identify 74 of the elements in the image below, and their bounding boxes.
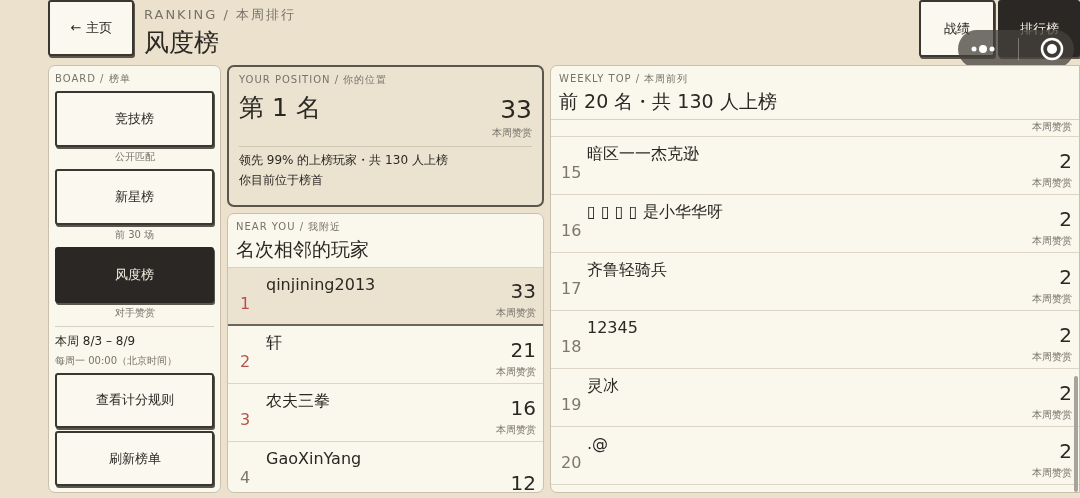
rank-number: 18: [561, 337, 583, 356]
rank-number: 16: [561, 221, 583, 240]
page-eyebrow: RANKING / 本周排行: [144, 6, 296, 24]
section-eyebrow: WEEKLY TOP / 本周前列: [559, 72, 690, 86]
player-name: qinjining2013: [266, 275, 377, 296]
player-row[interactable]: 16 ▯ ▯ ▯ ▯ 是小华华呀 2 本周赞赏: [551, 195, 1079, 253]
player-name: 齐鲁轻骑兵: [587, 260, 668, 281]
action-button[interactable]: 查看计分规则: [55, 373, 214, 428]
player-name: .@: [587, 434, 610, 455]
board-caption: 对手赞赏: [113, 306, 156, 320]
player-name: 12345: [587, 318, 639, 339]
player-name: 暗区一一杰克逊: [587, 144, 700, 165]
score-unit: 本周赞赏: [496, 306, 536, 320]
score-value: 2: [1059, 149, 1072, 173]
score-unit: 本周赞赏: [496, 423, 536, 437]
section-eyebrow: YOUR POSITION / 你的位置: [239, 73, 389, 87]
player-row[interactable]: 3 农夫三拳 16 本周赞赏: [228, 384, 543, 442]
score-value: 16: [510, 396, 536, 420]
section-title: 名次相邻的玩家: [236, 237, 370, 262]
section-title: 前 20 名・共 130 人上榜: [559, 89, 778, 114]
rank-number: 3: [240, 410, 252, 429]
section-eyebrow: NEAR YOU / 我附近: [236, 220, 343, 234]
rank-number: 4: [240, 468, 252, 487]
rank-number: 15: [561, 163, 583, 182]
rank-text: 第 1 名: [239, 92, 321, 124]
player-row[interactable]: 4 GaoXinYang 12: [228, 442, 543, 492]
score-value: 2: [1059, 439, 1072, 463]
score-unit: 本周赞赏: [496, 365, 536, 379]
back-button[interactable]: ← 主页: [48, 0, 134, 56]
score-unit: 本周赞赏: [1032, 234, 1072, 248]
rank-number: 17: [561, 279, 583, 298]
lead-text: 领先 99% 的上榜玩家・共 130 人上榜: [239, 152, 449, 169]
score-unit: 本周赞赏: [1032, 466, 1072, 480]
board-caption: 公开匹配: [113, 150, 156, 164]
score-unit: 本周赞赏: [1032, 292, 1072, 306]
player-name: 轩: [266, 333, 283, 354]
score-unit: 本周赞赏: [1032, 408, 1072, 422]
board-tab[interactable]: 新星榜: [55, 169, 214, 225]
score-value: 2: [1059, 323, 1072, 347]
rank-number: 20: [561, 453, 583, 472]
score-unit: 本周赞赏: [1032, 176, 1072, 190]
score-value: 2: [1059, 381, 1072, 405]
rank-number: 19: [561, 395, 583, 414]
player-name: ▯ ▯ ▯ ▯ 是小华华呀: [587, 202, 724, 223]
player-name: GaoXinYang: [266, 449, 363, 470]
reset-time: 每周一 00:00（北京时间）: [55, 354, 178, 368]
player-row[interactable]: 2 轩 21 本周赞赏: [228, 326, 543, 384]
score-value: 12: [510, 471, 536, 492]
week-range: 本周 8/3 – 8/9: [55, 333, 137, 350]
section-eyebrow: BOARD / 榜单: [55, 72, 132, 86]
score-unit: 本周赞赏: [1032, 120, 1072, 134]
score-value: 21: [510, 338, 536, 362]
score-value: 33: [500, 95, 532, 124]
score-unit: 本周赞赏: [491, 126, 532, 140]
player-name: 农夫三拳: [266, 391, 331, 412]
action-button[interactable]: 刷新榜单: [55, 431, 214, 486]
page-title: 风度榜: [144, 27, 220, 59]
rank-number: 1: [240, 293, 252, 313]
scrollbar[interactable]: [1074, 376, 1078, 492]
player-row[interactable]: 15 暗区一一杰克逊 2 本周赞赏: [551, 137, 1079, 195]
player-row[interactable]: 17 齐鲁轻骑兵 2 本周赞赏: [551, 253, 1079, 311]
close-icon[interactable]: [1039, 37, 1064, 61]
player-name: 灵冰: [587, 376, 620, 397]
status-note: 你目前位于榜首: [239, 172, 324, 189]
board-caption: 前 30 场: [113, 228, 156, 242]
score-value: 33: [510, 279, 536, 303]
player-row[interactable]: 1 qinjining2013 33 本周赞赏: [228, 268, 543, 326]
rank-number: 2: [240, 352, 252, 371]
score-value: 2: [1059, 265, 1072, 289]
board-tab[interactable]: 竞技榜: [55, 91, 214, 147]
player-row[interactable]: 18 12345 2 本周赞赏: [551, 311, 1079, 369]
score-unit: 本周赞赏: [1032, 350, 1072, 364]
board-tab[interactable]: 风度榜: [55, 247, 214, 303]
score-value: 2: [1059, 207, 1072, 231]
